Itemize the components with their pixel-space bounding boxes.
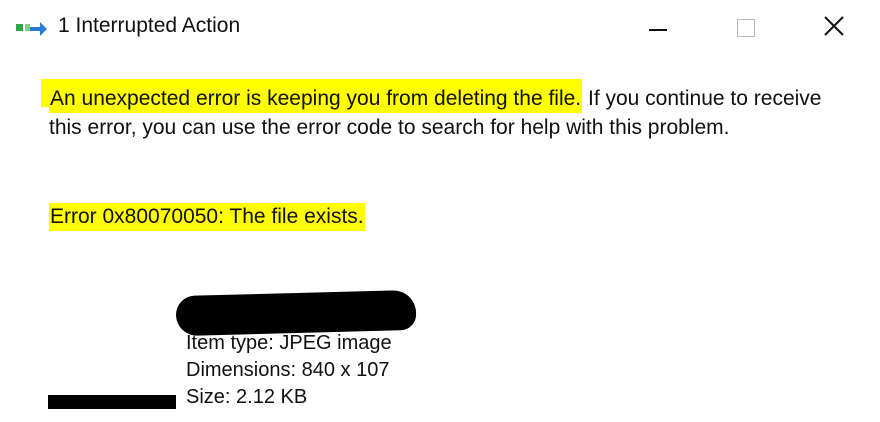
error-message: An unexpected error is keeping you from … [49,84,849,142]
item-type: Item type: JPEG image [186,332,392,354]
redacted-thumbnail [48,395,176,409]
error-code-text: Error 0x80070050: The file exists. [49,203,365,231]
close-icon [823,15,845,42]
file-size: Size: 2.12 KB [186,386,308,408]
minimize-button[interactable] [626,0,690,56]
maximize-button[interactable] [714,0,778,56]
minimize-icon [649,29,667,31]
maximize-icon [737,19,755,37]
move-file-icon [16,20,48,38]
error-code: Error 0x80070050: The file exists. [49,202,365,231]
dimensions: Dimensions: 840 x 107 [186,359,390,381]
close-button[interactable] [802,0,866,56]
title-bar: 1 Interrupted Action [0,0,880,56]
window-title: 1 Interrupted Action [58,14,241,37]
file-details: Item type: JPEG image Dimensions: 840 x … [186,330,392,411]
highlighted-message: An unexpected error is keeping you from … [49,85,583,113]
